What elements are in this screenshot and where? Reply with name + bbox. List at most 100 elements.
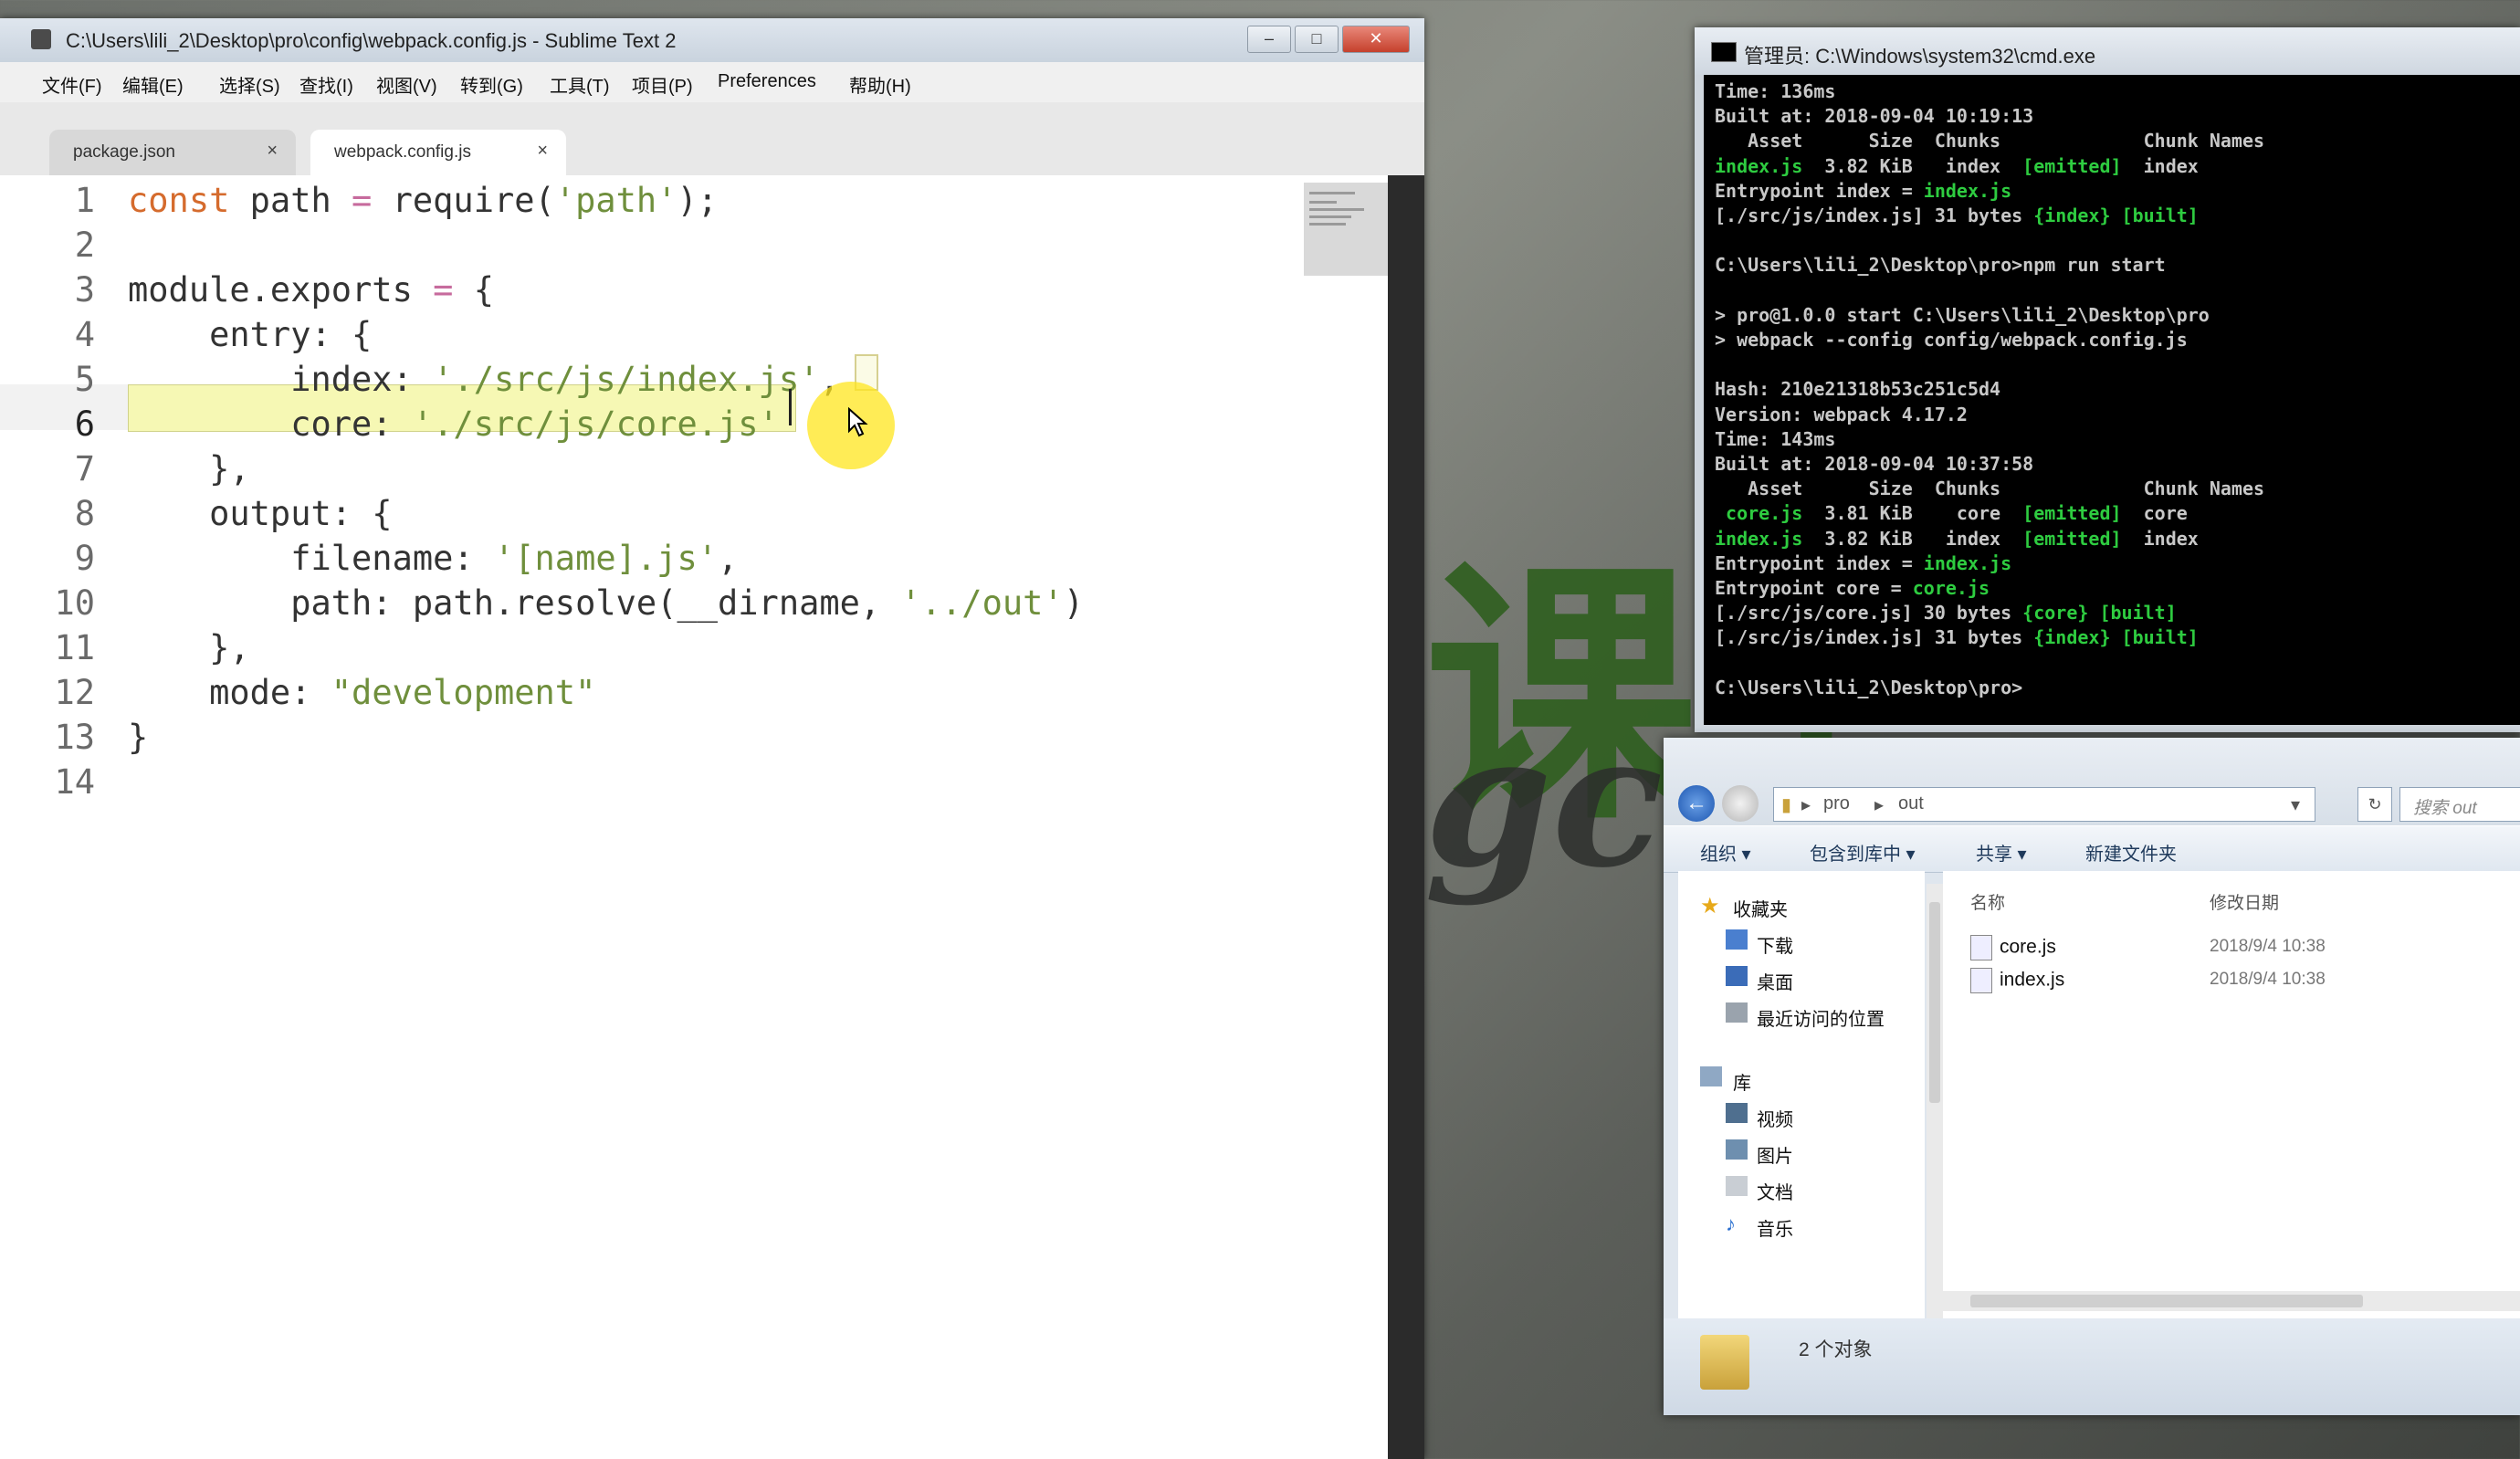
cmd-window-title: 管理员: C:\Windows\system32\cmd.exe — [1744, 45, 2096, 68]
nav-pictures[interactable]: 图片 — [1757, 1141, 1793, 1168]
nav-documents[interactable]: 文档 — [1757, 1178, 1793, 1204]
console-line: Entrypoint index = index.js — [1715, 551, 2012, 574]
library-icon — [1700, 1066, 1722, 1086]
line-number: 2 — [74, 226, 95, 265]
code-line: entry: { — [128, 315, 373, 354]
explorer-window: ← ▮ ▸ pro ▸ out ▾ ↻ 搜索 out 组织 ▾ 包含到库中 ▾ … — [1664, 738, 2520, 1415]
menu-file[interactable]: 文件(F) — [42, 71, 102, 98]
sublime-titlebar[interactable]: C:\Users\lili_2\Desktop\pro\config\webpa… — [0, 18, 1424, 63]
file-list: 名称 修改日期 core.js 2018/9/4 10:38 index.js … — [1943, 871, 2520, 1318]
nav-videos[interactable]: 视频 — [1757, 1105, 1793, 1131]
search-placeholder: 搜索 out — [2413, 799, 2477, 818]
new-folder-button[interactable]: 新建文件夹 — [2085, 839, 2177, 866]
line-number: 7 — [74, 449, 95, 488]
pictures-icon — [1726, 1139, 1748, 1160]
nav-library[interactable]: 库 — [1733, 1068, 1751, 1095]
search-input[interactable]: 搜索 out — [2399, 787, 2520, 822]
nav-desktop[interactable]: 桌面 — [1757, 968, 1793, 994]
maximize-button[interactable]: □ — [1295, 26, 1339, 53]
tab-close-icon[interactable]: × — [537, 141, 548, 162]
console-line: core.js 3.81 KiB core [emitted] core — [1715, 502, 2188, 525]
menu-tools[interactable]: 工具(T) — [550, 71, 610, 98]
breadcrumb-out[interactable]: out — [1898, 793, 1924, 814]
refresh-icon[interactable]: ↻ — [2357, 787, 2392, 822]
tab-package-json[interactable]: package.json × — [49, 130, 296, 175]
nav-favorites[interactable]: 收藏夹 — [1733, 895, 1788, 921]
line-number-current: 6 — [74, 404, 95, 444]
explorer-address-bar-area: ← ▮ ▸ pro ▸ out ▾ ↻ 搜索 out — [1664, 738, 2520, 825]
organize-button[interactable]: 组织 ▾ — [1700, 839, 1751, 866]
code-line: const path = require('path'); — [128, 181, 719, 220]
line-number: 5 — [74, 360, 95, 399]
tab-close-icon[interactable]: × — [267, 141, 278, 162]
include-in-library-button[interactable]: 包含到库中 ▾ — [1810, 839, 1916, 866]
file-date: 2018/9/4 10:38 — [2210, 970, 2326, 989]
menu-goto[interactable]: 转到(G) — [460, 71, 523, 98]
address-bar[interactable]: ▮ ▸ pro ▸ out ▾ — [1773, 787, 2315, 822]
line-number: 14 — [54, 762, 95, 802]
mouse-pointer-icon — [848, 407, 868, 437]
details-pane: 2 个对象 — [1664, 1318, 2520, 1415]
editor-vertical-scrollbar[interactable] — [1388, 175, 1424, 1459]
nav-downloads[interactable]: 下载 — [1757, 931, 1793, 958]
minimap[interactable] — [1304, 183, 1388, 276]
nav-pane-scrollbar[interactable] — [1927, 884, 1943, 1322]
share-button[interactable]: 共享 ▾ — [1976, 839, 2027, 866]
line-number: 12 — [54, 673, 95, 712]
console-output[interactable]: Time: 136ms Built at: 2018-09-04 10:19:13… — [1704, 75, 2520, 725]
explorer-toolbar: 组织 ▾ 包含到库中 ▾ 共享 ▾ 新建文件夹 — [1664, 825, 2520, 873]
file-name: index.js — [2000, 969, 2065, 991]
file-date: 2018/9/4 10:38 — [2210, 937, 2326, 956]
console-line: Time: 143ms — [1715, 427, 1836, 450]
file-name: core.js — [2000, 936, 2056, 958]
code-line: index: './src/js/index.js', — [128, 360, 840, 399]
documents-icon — [1726, 1176, 1748, 1196]
breadcrumb-separator: ▸ — [1801, 795, 1811, 815]
folder-icon: ▮ — [1781, 795, 1792, 815]
console-line: [./src/js/core.js] 30 bytes {core} [buil… — [1715, 602, 2177, 625]
menu-preferences[interactable]: Preferences — [718, 71, 816, 92]
menu-project[interactable]: 项目(P) — [632, 71, 693, 98]
cmd-titlebar[interactable]: 管理员: C:\Windows\system32\cmd.exe — [1695, 27, 2520, 75]
file-list-horizontal-scrollbar[interactable] — [1943, 1291, 2520, 1311]
line-number: 10 — [54, 583, 95, 623]
chevron-down-icon[interactable]: ▾ — [2291, 793, 2300, 816]
menu-edit[interactable]: 编辑(E) — [122, 71, 184, 98]
sublime-app-icon — [31, 29, 51, 49]
tab-webpack-config[interactable]: webpack.config.js × — [310, 130, 566, 175]
code-line: module.exports = { — [128, 270, 494, 310]
js-file-icon — [1970, 968, 1992, 993]
console-line: index.js 3.82 KiB index [emitted] index — [1715, 527, 2199, 550]
column-header-name[interactable]: 名称 — [1970, 889, 2005, 914]
forward-arrow-icon[interactable] — [1722, 785, 1759, 822]
menu-help[interactable]: 帮助(H) — [849, 71, 911, 98]
recent-places-icon — [1726, 1002, 1748, 1023]
code-line: }, — [128, 449, 250, 488]
file-row[interactable]: core.js — [1970, 935, 2056, 960]
back-arrow-icon[interactable]: ← — [1678, 785, 1715, 822]
code-line: }, — [128, 628, 250, 667]
menu-find[interactable]: 查找(I) — [299, 71, 353, 98]
menu-selection[interactable]: 选择(S) — [219, 71, 280, 98]
code-line: path: path.resolve(__dirname, '../out') — [128, 583, 1084, 623]
nav-recent[interactable]: 最近访问的位置 — [1757, 1004, 1885, 1031]
console-line: Version: webpack 4.17.2 — [1715, 403, 1968, 425]
sublime-window-title: C:\Users\lili_2\Desktop\pro\config\webpa… — [66, 29, 677, 52]
code-editor[interactable]: 1 2 3 4 5 6 7 8 9 10 11 12 13 14 const p… — [0, 175, 1388, 1459]
menu-view[interactable]: 视图(V) — [376, 71, 437, 98]
line-number: 3 — [74, 270, 95, 310]
line-number: 13 — [54, 718, 95, 757]
line-number: 8 — [74, 494, 95, 533]
line-number: 9 — [74, 539, 95, 578]
code-line: output: { — [128, 494, 393, 533]
console-line: Hash: 210e21318b53c251c5d4 — [1715, 378, 2001, 401]
js-file-icon — [1970, 935, 1992, 960]
code-line: core: './src/js/core.js' — [128, 404, 779, 444]
breadcrumb-separator: ▸ — [1874, 795, 1885, 815]
close-button[interactable]: ✕ — [1342, 26, 1410, 53]
file-row[interactable]: index.js — [1970, 968, 2064, 993]
breadcrumb-pro[interactable]: pro — [1823, 793, 1850, 814]
minimize-button[interactable]: – — [1247, 26, 1291, 53]
column-header-date[interactable]: 修改日期 — [2210, 889, 2279, 914]
nav-music[interactable]: 音乐 — [1757, 1214, 1793, 1241]
